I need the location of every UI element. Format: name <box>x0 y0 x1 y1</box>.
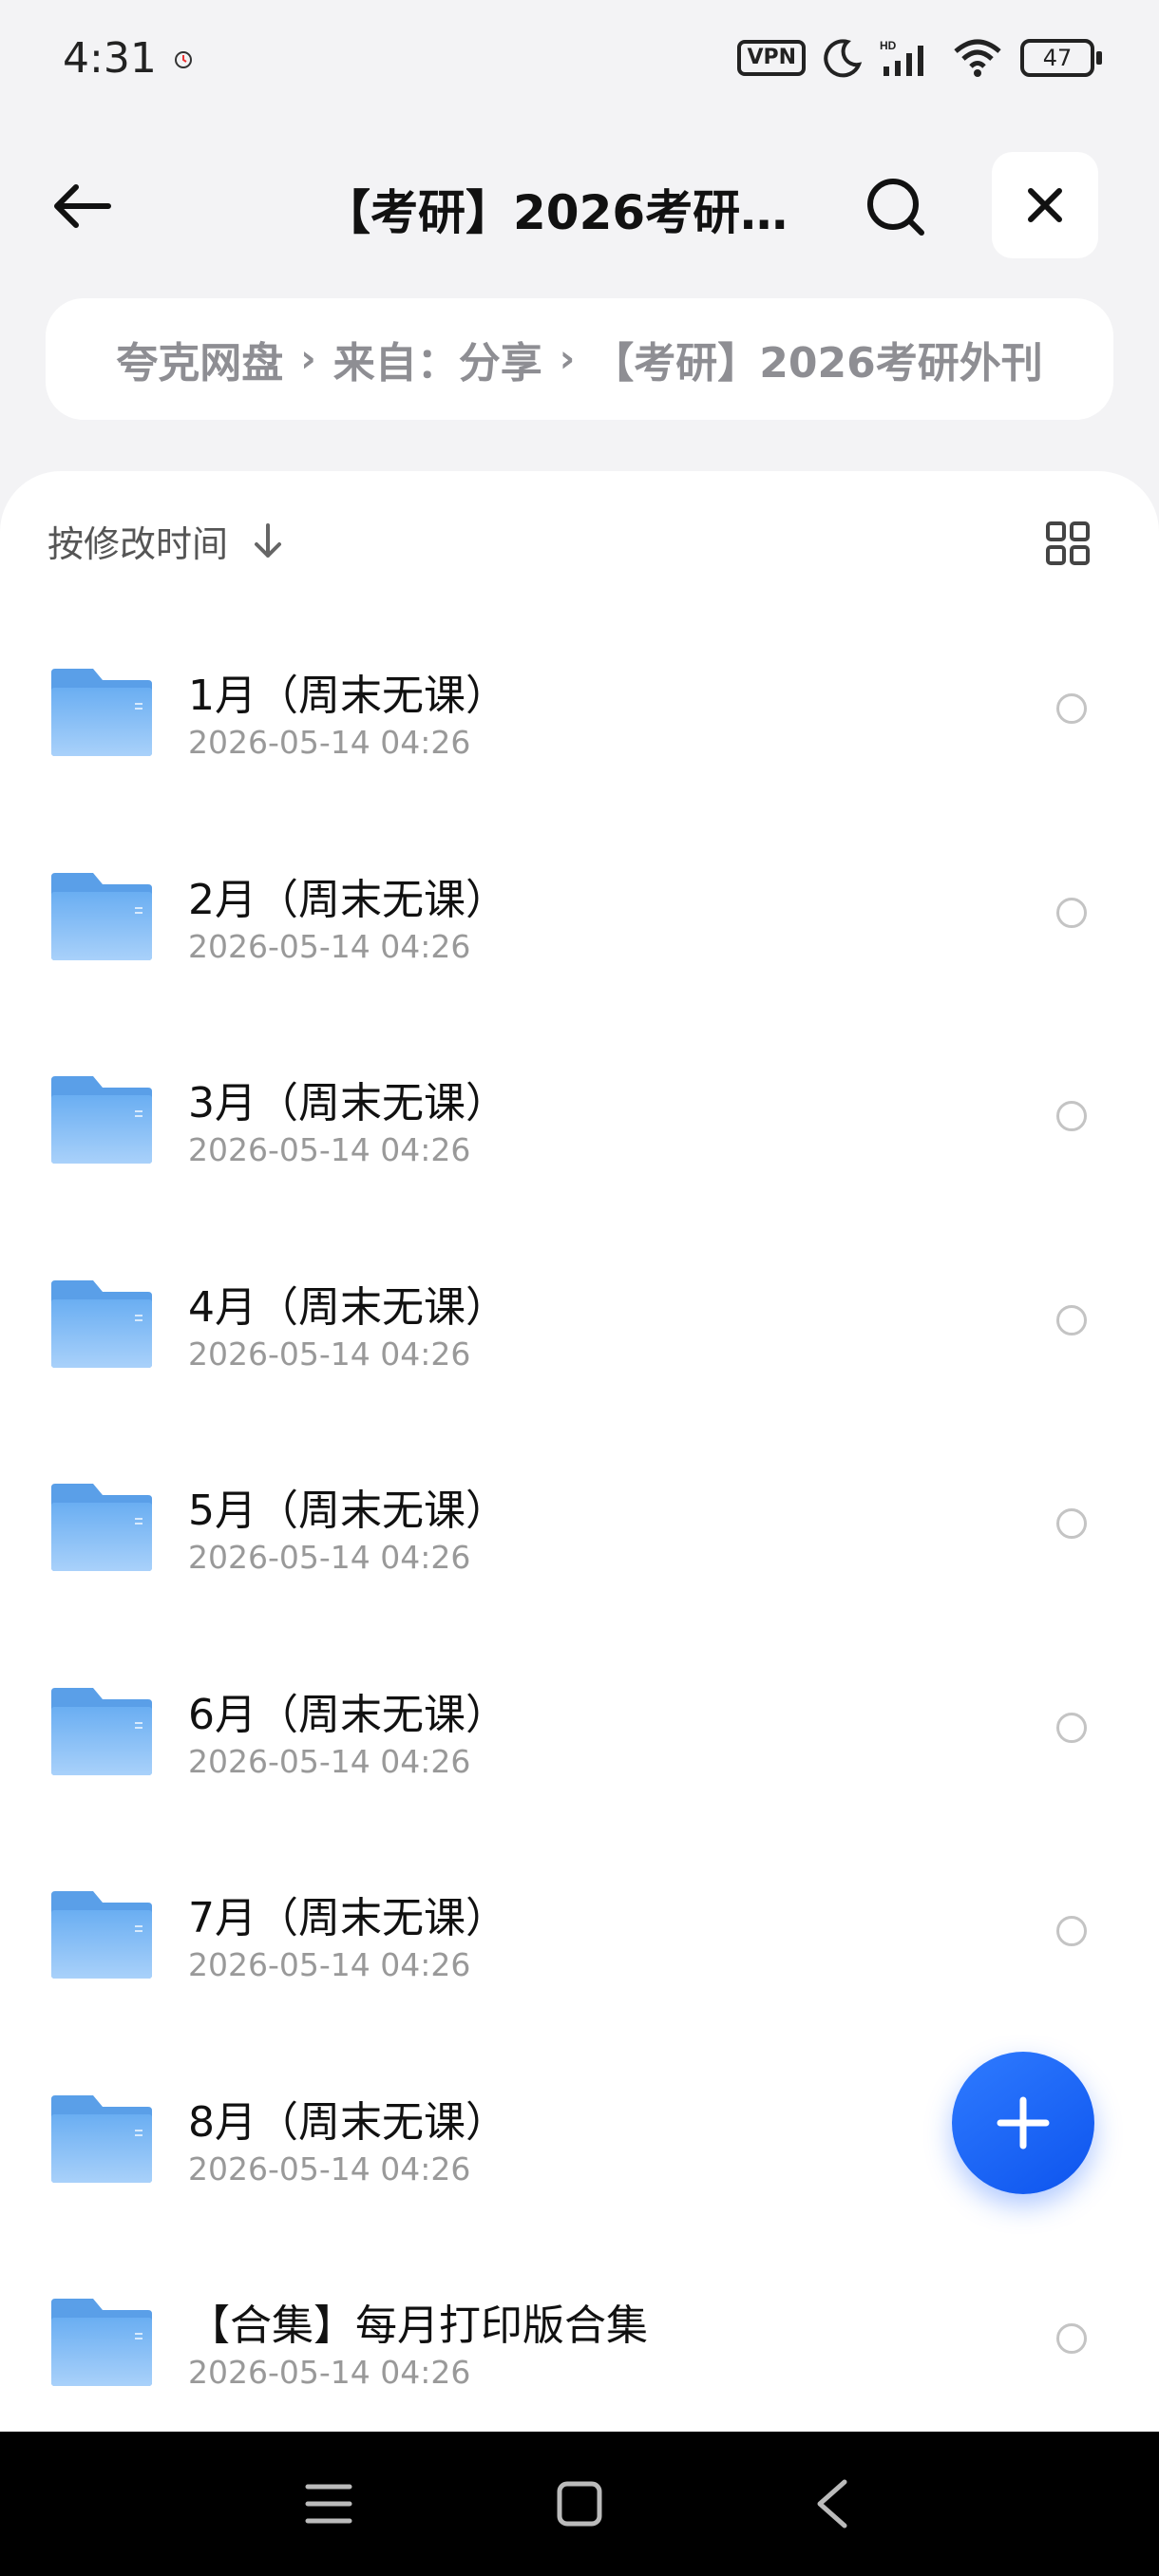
file-date: 2026-05-14 04:26 <box>188 2150 471 2188</box>
list-item[interactable]: 5月（周末无课） 2026-05-14 04:26 <box>0 1429 1159 1633</box>
folder-icon <box>51 1687 152 1775</box>
chevron-right-icon: › <box>300 337 316 381</box>
file-name: 【合集】每月打印版合集 <box>188 2301 648 2350</box>
list-item[interactable]: 【合集】每月打印版合集 2026-05-14 04:26 <box>0 2244 1159 2432</box>
chevron-right-icon: › <box>559 337 576 381</box>
file-date: 2026-05-14 04:26 <box>188 724 471 761</box>
file-date: 2026-05-14 04:26 <box>188 1335 471 1373</box>
select-checkbox[interactable] <box>1056 1101 1087 1131</box>
list-item[interactable]: 1月（周末无课） 2026-05-14 04:26 <box>0 614 1159 818</box>
header: 【考研】2026考研… <box>0 152 1159 258</box>
battery-icon: 47 <box>1020 39 1102 77</box>
back-button[interactable] <box>44 173 120 239</box>
file-name: 5月（周末无课） <box>188 1487 507 1535</box>
home-button[interactable] <box>551 2475 608 2532</box>
file-date: 2026-05-14 04:26 <box>188 1742 471 1780</box>
search-icon <box>867 179 924 236</box>
folder-icon <box>51 2299 152 2386</box>
file-date: 2026-05-14 04:26 <box>188 2354 471 2391</box>
folder-icon <box>51 1076 152 1164</box>
select-checkbox[interactable] <box>1056 1712 1087 1743</box>
sort-label: 按修改时间 <box>48 523 229 565</box>
grid-view-icon[interactable] <box>1045 521 1091 566</box>
search-button[interactable] <box>855 171 937 243</box>
sort-button[interactable]: 按修改时间 <box>48 515 283 567</box>
list-item[interactable]: 3月（周末无课） 2026-05-14 04:26 <box>0 1021 1159 1225</box>
arrow-down-icon <box>255 522 282 558</box>
list-item[interactable]: 4月（周末无课） 2026-05-14 04:26 <box>0 1225 1159 1430</box>
folder-icon <box>51 1891 152 1979</box>
folder-icon <box>51 872 152 960</box>
close-button[interactable] <box>992 152 1098 258</box>
list-item[interactable]: 2月（周末无课） 2026-05-14 04:26 <box>0 818 1159 1022</box>
folder-icon <box>51 1279 152 1368</box>
signal-icon: HD <box>880 39 923 76</box>
status-icons: VPN HD 47 <box>737 38 1102 78</box>
add-button[interactable] <box>952 2052 1094 2194</box>
list-item[interactable]: 7月（周末无课） 2026-05-14 04:26 <box>0 1836 1159 2040</box>
file-name: 4月（周末无课） <box>188 1282 507 1332</box>
vpn-badge: VPN <box>737 40 806 76</box>
page-title: 【考研】2026考研… <box>323 185 788 240</box>
status-bar: 4:31 VPN HD 47 <box>0 0 1159 123</box>
breadcrumb-item-share[interactable]: 来自：分享 <box>333 329 542 389</box>
back-icon <box>817 2479 847 2529</box>
select-checkbox[interactable] <box>1056 897 1087 928</box>
status-time: 4:31 <box>63 34 157 83</box>
file-date: 2026-05-14 04:26 <box>188 1539 471 1576</box>
menu-button[interactable] <box>300 2475 357 2532</box>
folder-icon <box>51 2094 152 2183</box>
file-name: 1月（周末无课） <box>188 672 507 720</box>
breadcrumb: 夸克网盘 › 来自：分享 › 【考研】2026考研外刊 <box>46 298 1113 420</box>
select-checkbox[interactable] <box>1056 693 1087 724</box>
folder-icon <box>51 669 152 756</box>
select-checkbox[interactable] <box>1056 1304 1087 1335</box>
moon-icon <box>824 39 863 78</box>
svg-text:HD: HD <box>880 39 897 52</box>
file-date: 2026-05-14 04:26 <box>188 1131 471 1168</box>
file-name: 2月（周末无课） <box>188 875 507 924</box>
select-checkbox[interactable] <box>1056 1508 1087 1539</box>
select-checkbox[interactable] <box>1056 1916 1087 1946</box>
breadcrumb-item-root[interactable]: 夸克网盘 <box>116 329 283 389</box>
clock-icon <box>175 51 192 68</box>
select-checkbox[interactable] <box>1056 2323 1087 2354</box>
file-name: 6月（周末无课） <box>188 1690 507 1739</box>
system-nav-bar <box>0 2432 1159 2576</box>
file-date: 2026-05-14 04:26 <box>188 927 471 965</box>
file-name: 7月（周末无课） <box>188 1894 507 1942</box>
wifi-icon <box>954 39 1001 77</box>
file-name: 3月（周末无课） <box>188 1079 507 1127</box>
menu-icon <box>305 2484 352 2524</box>
folder-icon <box>51 1484 152 1571</box>
back-nav-button[interactable] <box>804 2475 861 2532</box>
close-icon <box>1028 188 1062 222</box>
plus-icon <box>997 2096 1050 2150</box>
breadcrumb-item-current[interactable]: 【考研】2026考研外刊 <box>592 329 1042 389</box>
file-date: 2026-05-14 04:26 <box>188 1946 471 1983</box>
arrow-left-icon <box>54 184 111 228</box>
file-name: 8月（周末无课） <box>188 2097 507 2147</box>
list-item[interactable]: 6月（周末无课） 2026-05-14 04:26 <box>0 1633 1159 1837</box>
home-icon <box>557 2481 602 2527</box>
